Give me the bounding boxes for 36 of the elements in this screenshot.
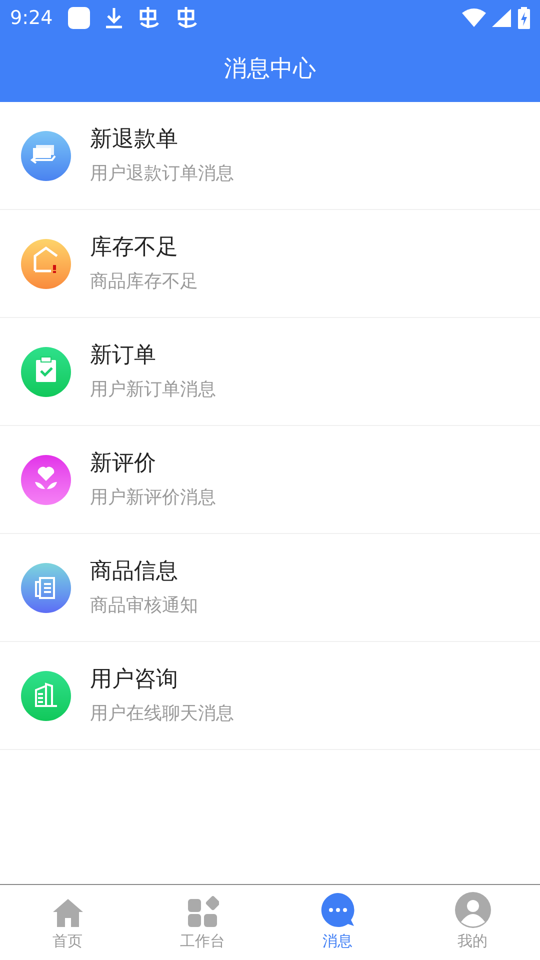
message-title: 商品信息 (90, 558, 179, 586)
message-row[interactable]: 商品信息 商品审核通知 (0, 534, 540, 642)
message-title: 用户咨询 (90, 666, 179, 694)
app-notification-icon (66, 6, 91, 30)
message-subtitle: 用户新评价消息 (90, 486, 216, 510)
message-title: 新评价 (90, 450, 157, 478)
message-row[interactable]: 新评价 用户新评价消息 (0, 426, 540, 534)
home-icon (52, 898, 84, 928)
wifi-icon (462, 8, 486, 28)
message-row[interactable]: 新订单 用户新订单消息 (0, 318, 540, 426)
signal-icon (492, 8, 512, 28)
grid-icon (186, 896, 218, 928)
message-subtitle: 用户退款订单消息 (90, 162, 234, 186)
chat-bubble-icon (320, 892, 356, 928)
status-time: 9:24 (10, 6, 53, 31)
message-subtitle: 商品审核通知 (90, 594, 198, 618)
tab-bar-item[interactable]: 消息 (270, 885, 405, 960)
message-row[interactable]: 用户咨询 用户在线聊天消息 (0, 642, 540, 750)
message-title: 新退款单 (90, 126, 179, 154)
message-subtitle: 用户在线聊天消息 (90, 702, 234, 726)
message-subtitle: 商品库存不足 (90, 270, 198, 294)
battery-icon (518, 7, 530, 29)
download-icon (104, 7, 123, 29)
money-exchange-icon (21, 130, 71, 180)
message-subtitle: 用户新订单消息 (90, 378, 216, 402)
message-title: 库存不足 (90, 234, 179, 262)
document-icon (21, 562, 71, 612)
avatar-icon (454, 892, 490, 928)
page-title: 消息中心 (224, 54, 316, 84)
message-title: 新订单 (90, 342, 157, 370)
message-row[interactable]: 新退款单 用户退款订单消息 (0, 102, 540, 210)
clipboard-check-icon (21, 346, 71, 396)
house-alert-icon (21, 238, 71, 288)
message-row[interactable]: 库存不足 商品库存不足 (0, 210, 540, 318)
building-icon (21, 670, 71, 720)
heart-flower-icon (21, 454, 71, 504)
